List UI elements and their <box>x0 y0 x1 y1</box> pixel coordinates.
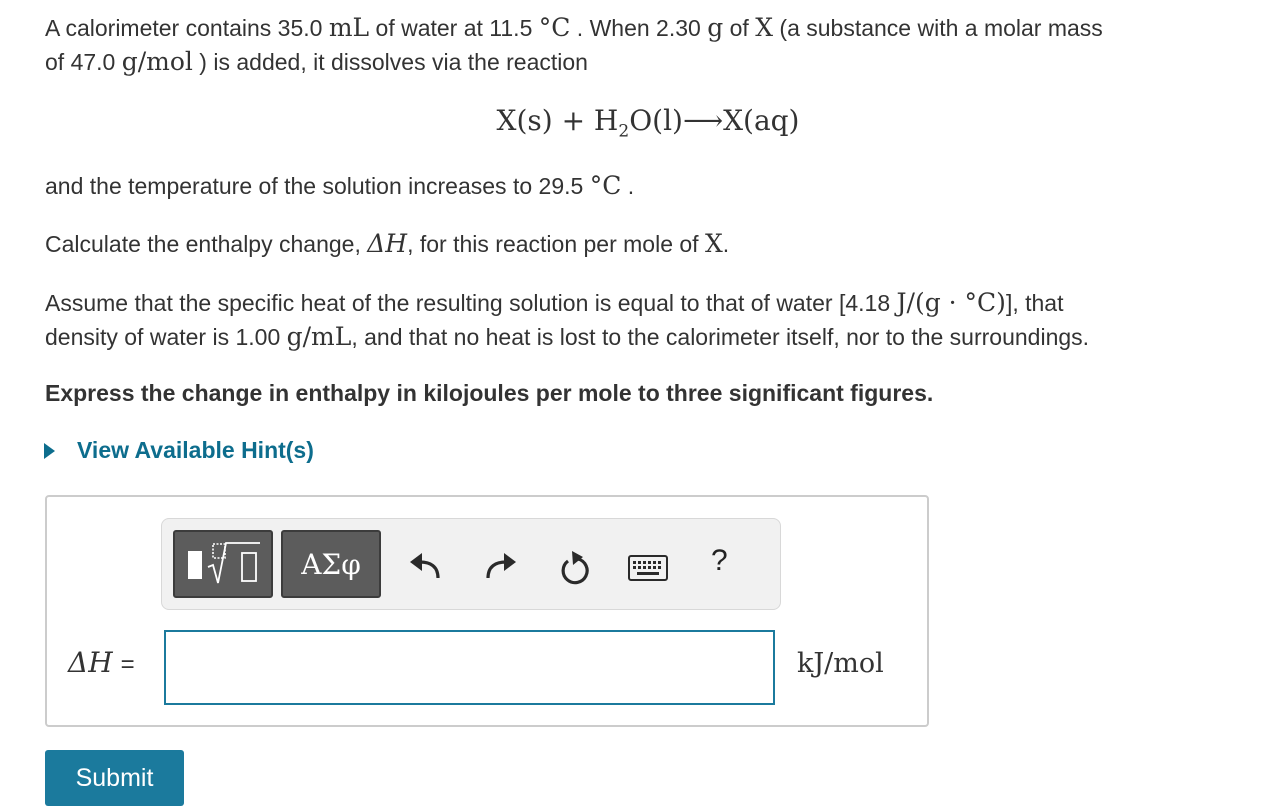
keyboard-icon[interactable] <box>628 555 668 581</box>
equation-right: O(l)⟶X(aq) <box>629 104 800 137</box>
reaction-equation: X(s) + H2O(l)⟶X(aq) <box>0 104 1266 142</box>
problem-line-6: density of water is 1.00 g/mL, and that … <box>45 320 1245 354</box>
text-segment: of water at 11.5 <box>369 15 539 41</box>
delta-h-symbol: ΔH <box>367 229 408 258</box>
text-segment: , and that no heat is lost to the calori… <box>351 324 1090 350</box>
equals-sign: = <box>120 651 135 678</box>
greek-letters-button[interactable]: ΑΣφ <box>281 530 381 598</box>
problem-line-3: and the temperature of the solution incr… <box>45 169 1245 203</box>
text-segment: A calorimeter contains 35.0 <box>45 15 329 41</box>
substance-x: X <box>755 13 774 42</box>
equation-left: X(s) + H <box>496 104 619 137</box>
unit-celsius: °C <box>589 171 622 200</box>
text-segment: . When 2.30 <box>570 15 708 41</box>
unit-celsius: °C <box>538 13 571 42</box>
text-segment: density of water is 1.00 <box>45 324 287 350</box>
text-segment: of 47.0 <box>45 49 122 75</box>
answer-units: kJ/mol <box>797 648 884 679</box>
text-segment: and the temperature of the solution incr… <box>45 173 590 199</box>
view-hints-link[interactable]: View Available Hint(s) <box>44 437 314 464</box>
problem-line-5: Assume that the specific heat of the res… <box>45 286 1245 320</box>
substance-x: X <box>704 229 723 258</box>
text-segment: , for this reaction per mole of <box>407 231 705 257</box>
text-segment: . <box>621 173 635 199</box>
text-segment: Calculate the enthalpy change, <box>45 231 368 257</box>
delta-h-label: ΔH <box>68 646 113 679</box>
expand-triangle-icon <box>44 442 55 459</box>
templates-button[interactable] <box>173 530 273 598</box>
answer-input[interactable] <box>164 630 775 705</box>
equation-subscript: 2 <box>618 121 630 142</box>
text-segment: Assume that the specific heat of the res… <box>45 290 897 316</box>
greek-letters-icon: ΑΣφ <box>301 547 361 581</box>
text-segment: of <box>723 15 756 41</box>
text-segment: ], that <box>1005 290 1064 316</box>
templates-icon <box>188 542 260 584</box>
unit-specific-heat: J/(g · °C) <box>896 288 1006 317</box>
text-segment: ) is added, it dissolves via the reactio… <box>192 49 588 75</box>
text-segment: (a substance with a molar mass <box>773 15 1103 41</box>
unit-ml: mL <box>328 13 370 42</box>
answer-label: ΔH = <box>68 646 135 679</box>
unit-g-per-ml: g/mL <box>286 322 352 351</box>
redo-icon[interactable] <box>484 552 518 582</box>
reset-icon[interactable] <box>557 549 591 585</box>
undo-icon[interactable] <box>408 552 442 582</box>
instruction-text: Express the change in enthalpy in kilojo… <box>45 380 934 406</box>
help-icon[interactable]: ? <box>711 544 728 578</box>
problem-line-2: of 47.0 g/mol ) is added, it dissolves v… <box>45 45 1245 79</box>
unit-g-per-mol: g/mol <box>121 47 193 76</box>
unit-gram: g <box>707 13 724 42</box>
text-segment: . <box>722 231 730 257</box>
problem-line-1: A calorimeter contains 35.0 mL of water … <box>45 11 1245 45</box>
view-hints-label: View Available Hint(s) <box>77 437 314 463</box>
problem-line-4: Calculate the enthalpy change, ΔH, for t… <box>45 227 1245 261</box>
submit-button[interactable]: Submit <box>45 750 184 806</box>
problem-page: A calorimeter contains 35.0 mL of water … <box>0 0 1266 812</box>
